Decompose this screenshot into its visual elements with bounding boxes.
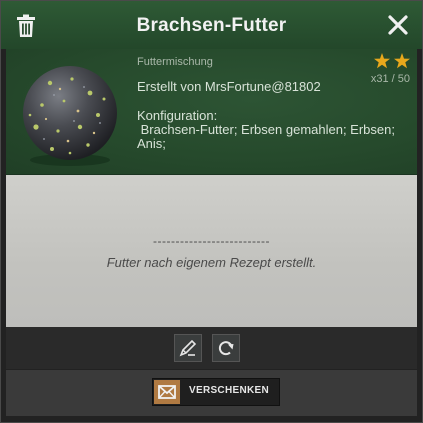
trash-icon[interactable] — [15, 14, 37, 38]
edit-button[interactable] — [174, 334, 202, 362]
config-label: Konfiguration: — [137, 108, 218, 123]
item-thumbnail — [23, 66, 117, 166]
notes-text: Futter nach eigenem Rezept erstellt. — [106, 255, 317, 270]
config-value: Brachsen-Futter; Erbsen gemahlen; Erbsen… — [137, 122, 395, 151]
gift-icon-box — [154, 380, 180, 404]
item-dialog: Brachsen-Futter Futtermischung Erstellt … — [0, 0, 423, 423]
item-creator: Erstellt von MrsFortune@81802 — [137, 79, 321, 94]
item-info-panel: Futtermischung Erstellt von MrsFortune@8… — [6, 49, 417, 175]
star-icon — [374, 53, 390, 69]
star-icon — [394, 53, 410, 69]
envelope-icon — [158, 385, 176, 399]
action-bar — [6, 327, 417, 369]
refresh-icon — [218, 341, 234, 356]
dialog-title: Brachsen-Futter — [136, 15, 287, 36]
gift-button[interactable]: VERSCHENKEN — [152, 378, 280, 406]
close-icon[interactable] — [386, 13, 410, 37]
refresh-button[interactable] — [212, 334, 240, 362]
notes-divider: -------------------------- — [153, 234, 270, 248]
item-category: Futtermischung — [137, 56, 213, 68]
title-bar: Brachsen-Futter — [1, 1, 422, 49]
edit-pencil-icon — [179, 339, 197, 357]
footer-bar: VERSCHENKEN — [6, 370, 417, 416]
gift-button-label: VERSCHENKEN — [189, 385, 269, 396]
rating-stars — [374, 53, 410, 69]
notes-area: -------------------------- Futter nach e… — [6, 175, 417, 327]
item-count: x31 / 50 — [370, 73, 410, 85]
